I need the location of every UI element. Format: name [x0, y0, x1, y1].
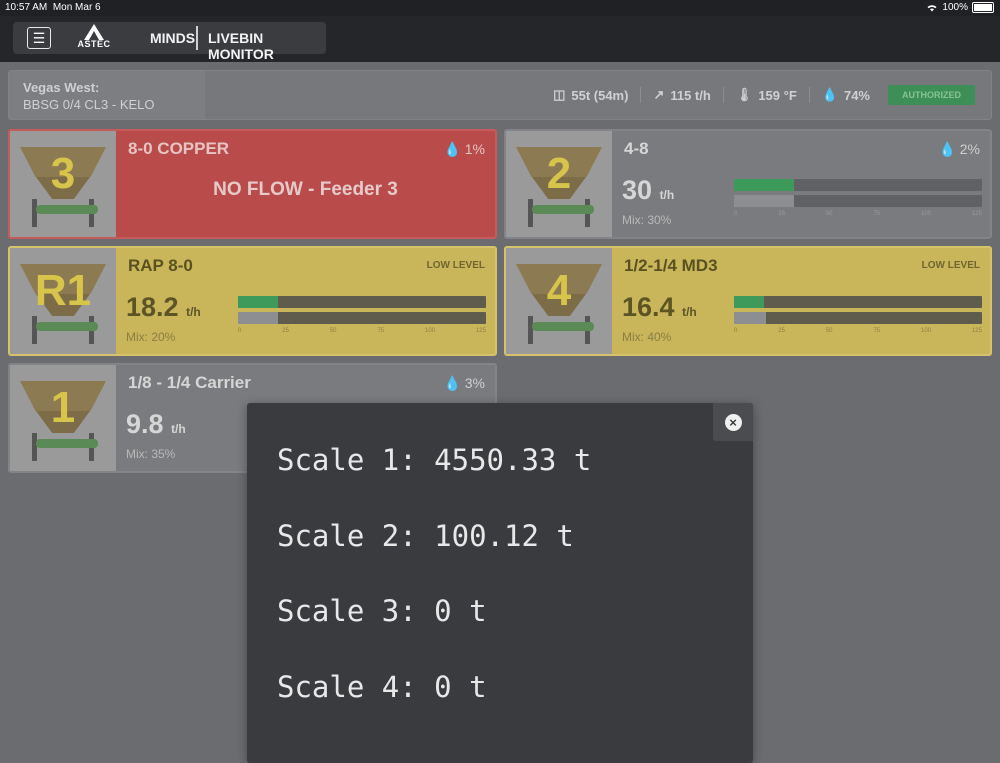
logo-text: ASTEC: [77, 39, 111, 49]
bin-mix: Mix: 35%: [126, 447, 176, 461]
bar-scale: 0 25 50 75 100 125: [238, 328, 486, 334]
droplet-icon: 💧: [821, 87, 838, 102]
bar-scale: 0 25 50 75 100 125: [734, 211, 982, 217]
plant-stats: ◫ 55t (54m) ↗ 115 t/h 🌡 159 °F 💧 74% AUT…: [541, 85, 975, 105]
bin-image: 1: [10, 365, 116, 471]
bin-moisture: 💧 3%: [443, 375, 485, 391]
site-name: Vegas West:: [23, 80, 100, 95]
bin-rate: 18.2 t/h: [126, 292, 201, 322]
bin-card-r1[interactable]: R1 RAP 8-0 LOW LEVEL 18.2 t/h Mix: 20% 0…: [8, 246, 497, 356]
bin-image: R1: [10, 248, 116, 354]
status-time: 10:57 AM Mon Mar 6: [5, 2, 101, 13]
bin-rate: 30 t/h: [622, 175, 675, 205]
low-level-badge: LOW LEVEL: [426, 260, 485, 271]
target-rate-bar: [734, 312, 982, 324]
stat-rate: ↗ 115 t/h: [641, 87, 724, 103]
stat-temperature: 🌡 159 °F: [724, 87, 810, 103]
bin-material: 8-0 COPPER: [128, 139, 230, 158]
scale-icon: ◫: [553, 87, 566, 102]
menu-button[interactable]: ☰: [27, 27, 51, 49]
app-bar: ☰ ASTEC MINDS LIVEBIN MONITOR: [0, 16, 1000, 62]
bin-moisture: 💧 1%: [443, 141, 485, 157]
module-name: LIVEBIN MONITOR: [208, 30, 274, 62]
bin-image: 2: [506, 131, 612, 237]
status-right: 100%: [926, 2, 994, 13]
status-bar: 10:57 AM Mon Mar 6 100%: [0, 0, 1000, 16]
mix-name: BBSG 0/4 CL3 - KELO: [23, 97, 155, 112]
scales-modal: × Scale 1: 4550.33 t Scale 2: 100.12 t S…: [247, 403, 753, 763]
bin-image: 3: [10, 131, 116, 237]
bin-number: 3: [50, 149, 76, 198]
bin-moisture: 💧 2%: [938, 141, 980, 157]
target-rate-bar: [734, 195, 982, 207]
close-icon: ×: [724, 413, 742, 431]
bin-number: 4: [546, 266, 572, 315]
bin-mix: Mix: 40%: [622, 330, 672, 344]
bin-image: 4: [506, 248, 612, 354]
stat-tonnage: ◫ 55t (54m): [541, 87, 642, 103]
hamburger-icon: ☰: [32, 29, 46, 46]
status-badge: AUTHORIZED: [888, 85, 975, 105]
bin-number: 1: [50, 383, 76, 432]
stat-moisture: 💧 74%: [821, 87, 870, 103]
bin-card-2[interactable]: 2 4-8 💧 2% 30 t/h Mix: 30% 0 25 50 75 100 125: [504, 129, 992, 239]
target-rate-fill: [734, 312, 767, 324]
actual-rate-fill: [734, 179, 794, 191]
battery-icon: [972, 2, 994, 13]
target-rate-fill: [238, 312, 278, 324]
app-header-pill: ☰ ASTEC MINDS LIVEBIN MONITOR: [13, 22, 326, 62]
droplet-icon: 💧: [443, 375, 461, 391]
scale-row-2: Scale 2: 100.12 t: [277, 519, 574, 553]
astec-logo-icon: [84, 24, 104, 40]
droplet-icon: 💧: [443, 141, 461, 157]
target-rate-bar: [238, 312, 486, 324]
actual-rate-fill: [238, 296, 278, 308]
trend-icon: ↗: [653, 87, 665, 102]
site-info: Vegas West: BBSG 0/4 CL3 - KELO: [9, 71, 205, 119]
actual-rate-bar: [238, 296, 486, 308]
bin-material: RAP 8-0: [128, 256, 193, 275]
close-button[interactable]: ×: [713, 403, 753, 441]
scale-row-4: Scale 4: 0 t: [277, 670, 487, 704]
plant-info-bar: Vegas West: BBSG 0/4 CL3 - KELO ◫ 55t (5…: [8, 70, 992, 120]
bin-rate: 16.4 t/h: [622, 292, 697, 322]
bin-mix: Mix: 30%: [622, 213, 672, 227]
product-name: MINDS: [150, 30, 196, 46]
bin-rate: 9.8 t/h: [126, 409, 186, 439]
battery-percent: 100%: [942, 2, 968, 13]
actual-rate-bar: [734, 296, 982, 308]
header-divider: [196, 26, 198, 50]
droplet-icon: 💧: [938, 141, 956, 157]
bin-card-3[interactable]: 3 8-0 COPPER 💧 1% NO FLOW - Feeder 3: [8, 129, 497, 239]
actual-rate-fill: [734, 296, 764, 308]
bin-number: 2: [546, 149, 572, 198]
target-rate-fill: [734, 195, 794, 207]
bin-card-4[interactable]: 4 1/2-1/4 MD3 LOW LEVEL 16.4 t/h Mix: 40…: [504, 246, 992, 356]
astec-logo: ASTEC: [71, 24, 117, 52]
bar-scale: 0 25 50 75 100 125: [734, 328, 982, 334]
scale-row-3: Scale 3: 0 t: [277, 594, 487, 628]
low-level-badge: LOW LEVEL: [921, 260, 980, 271]
thermometer-icon: 🌡: [735, 87, 753, 102]
wifi-icon: [927, 5, 937, 12]
bin-material: 4-8: [624, 139, 649, 158]
bin-material: 1/2-1/4 MD3: [624, 256, 718, 275]
actual-rate-bar: [734, 179, 982, 191]
alarm-message: NO FLOW - Feeder 3: [213, 179, 398, 200]
bin-mix: Mix: 20%: [126, 330, 176, 344]
scale-row-1: Scale 1: 4550.33 t: [277, 443, 592, 477]
bin-number: R1: [34, 266, 92, 315]
bin-material: 1/8 - 1/4 Carrier: [128, 373, 251, 392]
